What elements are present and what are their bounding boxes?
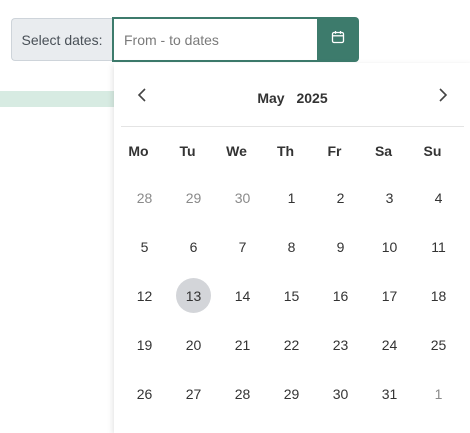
- day-number: 15: [283, 287, 300, 304]
- day-cell[interactable]: 24: [365, 320, 414, 369]
- day-cell[interactable]: 1: [414, 369, 463, 418]
- day-cell[interactable]: 2: [316, 173, 365, 222]
- day-number: 30: [234, 189, 251, 206]
- day-number: 6: [189, 238, 198, 255]
- weekday-header-row: Mo Tu We Th Fr Sa Su: [114, 143, 464, 159]
- day-cell[interactable]: 11: [414, 222, 463, 271]
- day-number: 30: [332, 385, 349, 402]
- day-cell[interactable]: 30: [218, 173, 267, 222]
- day-cell[interactable]: 28: [218, 369, 267, 418]
- day-cell[interactable]: 14: [218, 271, 267, 320]
- day-number: 1: [434, 385, 443, 402]
- date-range-picker: Select dates:: [11, 17, 359, 63]
- month-year-title: May 2025: [121, 90, 464, 106]
- day-cell[interactable]: 17: [365, 271, 414, 320]
- day-cell[interactable]: 15: [267, 271, 316, 320]
- day-cell[interactable]: 31: [365, 369, 414, 418]
- day-number: 12: [136, 287, 153, 304]
- day-cell[interactable]: 25: [414, 320, 463, 369]
- day-cell-today[interactable]: 13: [169, 271, 218, 320]
- year-label[interactable]: 2025: [296, 90, 327, 106]
- day-cell[interactable]: 21: [218, 320, 267, 369]
- day-number: 4: [434, 189, 443, 206]
- day-number: 28: [234, 385, 251, 402]
- day-number: 7: [238, 238, 247, 255]
- day-number: 19: [136, 336, 153, 353]
- weekday-label: Mo: [128, 143, 149, 159]
- day-cell[interactable]: 22: [267, 320, 316, 369]
- day-cell[interactable]: 8: [267, 222, 316, 271]
- day-cell[interactable]: 16: [316, 271, 365, 320]
- weekday-label: Su: [423, 143, 442, 159]
- day-number: 29: [283, 385, 300, 402]
- day-cell[interactable]: 4: [414, 173, 463, 222]
- day-number: 21: [234, 336, 251, 353]
- day-cell[interactable]: 19: [120, 320, 169, 369]
- background-highlight: [0, 91, 125, 107]
- calendar-button[interactable]: [317, 17, 359, 62]
- day-number: 23: [332, 336, 349, 353]
- day-number: 31: [381, 385, 398, 402]
- day-cell[interactable]: 23: [316, 320, 365, 369]
- day-cell[interactable]: 12: [120, 271, 169, 320]
- day-number: 28: [136, 189, 153, 206]
- day-cell[interactable]: 7: [218, 222, 267, 271]
- day-number: 17: [381, 287, 398, 304]
- day-number: 5: [140, 238, 149, 255]
- weekday-label: Th: [276, 143, 295, 159]
- day-cell[interactable]: 28: [120, 173, 169, 222]
- day-cell[interactable]: 1: [267, 173, 316, 222]
- next-month-button[interactable]: [429, 83, 457, 111]
- weekday-label: Sa: [374, 143, 393, 159]
- day-number: 27: [185, 385, 202, 402]
- day-number: 3: [385, 189, 394, 206]
- day-number: 9: [336, 238, 345, 255]
- day-cell[interactable]: 29: [169, 173, 218, 222]
- day-cell[interactable]: 10: [365, 222, 414, 271]
- calendar-icon: [331, 30, 345, 49]
- day-number: 24: [381, 336, 398, 353]
- day-cell[interactable]: 30: [316, 369, 365, 418]
- day-cell[interactable]: 9: [316, 222, 365, 271]
- calendar-popup: May 2025 Mo Tu We Th Fr Sa Su 28 29 30 1 2 3 4 5 6 7 8 9 1…: [114, 63, 470, 433]
- day-number: 16: [332, 287, 349, 304]
- weekday-label: Tu: [179, 143, 196, 159]
- day-cell[interactable]: 27: [169, 369, 218, 418]
- select-dates-label: Select dates:: [11, 18, 112, 61]
- day-cell[interactable]: 20: [169, 320, 218, 369]
- day-cell[interactable]: 5: [120, 222, 169, 271]
- calendar-header: May 2025: [121, 63, 464, 127]
- day-cell[interactable]: 29: [267, 369, 316, 418]
- day-cell[interactable]: 3: [365, 173, 414, 222]
- day-cell[interactable]: 6: [169, 222, 218, 271]
- weekday-label: Fr: [327, 143, 342, 159]
- day-number: 22: [283, 336, 300, 353]
- day-number: 13: [176, 278, 211, 313]
- day-number: 25: [430, 336, 447, 353]
- day-cell[interactable]: 18: [414, 271, 463, 320]
- day-number: 29: [185, 189, 202, 206]
- day-cell[interactable]: 26: [120, 369, 169, 418]
- day-number: 10: [381, 238, 398, 255]
- day-number: 14: [234, 287, 251, 304]
- day-number: 2: [336, 189, 345, 206]
- day-number: 8: [287, 238, 296, 255]
- day-number: 26: [136, 385, 153, 402]
- day-number: 18: [430, 287, 447, 304]
- month-label[interactable]: May: [257, 90, 284, 106]
- date-range-input[interactable]: [112, 17, 317, 62]
- day-number: 1: [287, 189, 296, 206]
- chevron-right-icon: [438, 87, 448, 108]
- day-number: 11: [431, 238, 446, 255]
- weekday-label: We: [226, 143, 247, 159]
- day-grid: 28 29 30 1 2 3 4 5 6 7 8 9 10 11 12 13 14 15 16 17 18 19 20 21 2…: [120, 173, 464, 418]
- day-number: 20: [185, 336, 202, 353]
